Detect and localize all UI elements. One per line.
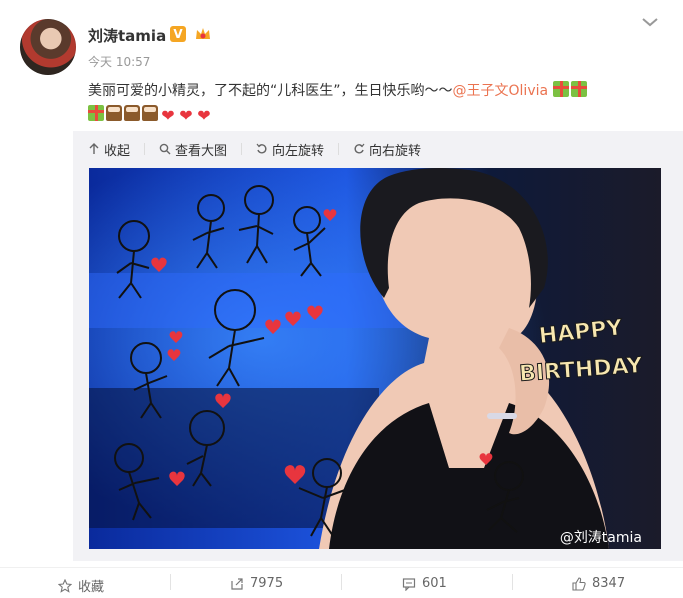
rotate-left-button[interactable]: 向左旋转 bbox=[256, 140, 325, 159]
divider bbox=[338, 143, 340, 155]
verified-badge-icon: V bbox=[170, 26, 186, 42]
weibo-post-card: 刘涛tamia V 今天 10:57 美丽可爱的小精灵，了不起的“儿科医生”，生… bbox=[0, 0, 683, 597]
rotate-right-label: 向右旋转 bbox=[369, 143, 422, 159]
post-text: 美丽可爱的小精灵，了不起的“儿科医生”，生日快乐哟～～@王子文Olivia ❤ ❤… bbox=[88, 79, 668, 127]
like-button[interactable]: 8347 bbox=[572, 576, 625, 591]
chevron-down-icon[interactable] bbox=[639, 14, 661, 30]
cake-emoji-icon bbox=[124, 105, 140, 121]
post-time[interactable]: 今天 10:57 bbox=[88, 53, 150, 70]
post-body-text: 美丽可爱的小精灵，了不起的“儿科医生”，生日快乐哟～～ bbox=[88, 83, 453, 99]
mention-link[interactable]: @王子文Olivia bbox=[453, 83, 549, 99]
view-large-button[interactable]: 查看大图 bbox=[159, 140, 228, 159]
like-count: 8347 bbox=[592, 576, 626, 591]
arrow-up-icon bbox=[89, 143, 99, 154]
comment-icon bbox=[402, 577, 416, 591]
gift-emoji-icon bbox=[88, 105, 104, 121]
member-crown-icon bbox=[196, 28, 210, 39]
heart-emoji-icon: ❤ bbox=[179, 106, 193, 125]
repost-icon bbox=[231, 577, 243, 590]
cake-emoji-icon bbox=[106, 105, 122, 121]
comment-button[interactable]: 601 bbox=[402, 576, 447, 591]
gift-emoji-icon bbox=[570, 81, 587, 97]
favorite-button[interactable]: 收藏 bbox=[58, 576, 104, 595]
media-toolbar: 收起 查看大图 向左旋转 向右旋转 bbox=[88, 140, 422, 159]
divider bbox=[512, 574, 513, 590]
heart-emoji-icon: ❤ bbox=[161, 106, 175, 125]
birthday-photo-illustration: HAPPY BIRTHDAY @刘涛tamia bbox=[89, 168, 661, 549]
repost-count: 7975 bbox=[250, 576, 284, 591]
favorite-label: 收藏 bbox=[78, 580, 105, 595]
view-large-label: 查看大图 bbox=[175, 143, 228, 159]
repost-button[interactable]: 7975 bbox=[230, 576, 283, 591]
rotate-right-button[interactable]: 向右旋转 bbox=[353, 140, 422, 159]
collapse-label: 收起 bbox=[104, 143, 131, 159]
emoji-row: ❤ ❤ ❤ bbox=[88, 103, 668, 127]
search-icon bbox=[159, 143, 171, 155]
author-name[interactable]: 刘涛tamia bbox=[88, 25, 166, 46]
rotate-right-icon bbox=[354, 143, 365, 154]
photo-watermark: @刘涛tamia bbox=[560, 530, 642, 546]
post-photo[interactable]: HAPPY BIRTHDAY @刘涛tamia bbox=[89, 168, 661, 549]
divider bbox=[144, 143, 146, 155]
action-bar: 收藏 7975 601 8347 bbox=[0, 567, 683, 598]
rotate-left-icon bbox=[256, 143, 267, 154]
rotate-left-label: 向左旋转 bbox=[272, 143, 325, 159]
heart-emoji-icon: ❤ bbox=[197, 106, 211, 125]
thumbs-up-icon bbox=[572, 576, 586, 591]
collapse-button[interactable]: 收起 bbox=[88, 140, 131, 159]
divider bbox=[241, 143, 243, 155]
comment-count: 601 bbox=[422, 576, 447, 591]
author-avatar[interactable] bbox=[20, 19, 76, 75]
divider bbox=[341, 574, 342, 590]
divider bbox=[170, 574, 171, 590]
gift-emoji-icon bbox=[552, 81, 569, 97]
star-icon bbox=[58, 578, 72, 593]
cake-emoji-icon bbox=[142, 105, 158, 121]
